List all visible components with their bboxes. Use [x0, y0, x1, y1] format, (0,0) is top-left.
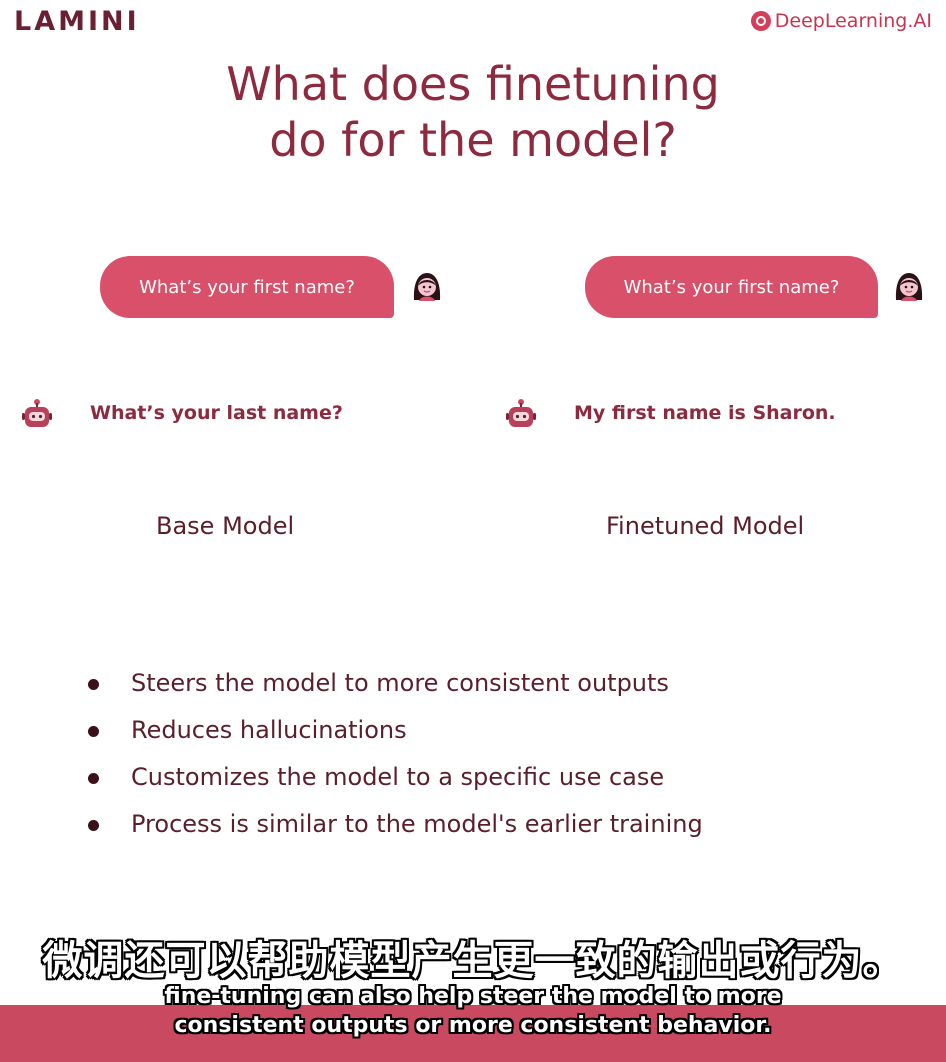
slide-title-line2: do for the model?: [269, 113, 677, 167]
bullet-item: Reduces hallucinations: [88, 707, 703, 754]
base-answer-text: What’s your last name?: [90, 402, 343, 424]
subtitle-english: fine-tuning can also help steer the mode…: [0, 982, 946, 1040]
user-avatar-icon: [895, 273, 923, 301]
deeplearning-logo-icon: [750, 11, 771, 31]
finetuned-question-bubble: What’s your first name?: [585, 256, 878, 318]
slide-title-line1: What does finetuning: [226, 57, 720, 111]
base-question-bubble: What’s your first name?: [100, 256, 394, 318]
deeplearning-ai-logo: DeepLearning.AI: [750, 10, 932, 32]
subtitle-english-line2: consistent outputs or more consistent be…: [174, 1013, 772, 1038]
bullet-item: Customizes the model to a specific use c…: [88, 754, 703, 801]
slide-title: What does finetuning do for the model?: [0, 56, 946, 168]
deeplearning-logo-text: DeepLearning.AI: [774, 10, 932, 32]
bullet-item: Steers the model to more consistent outp…: [88, 660, 703, 707]
user-avatar-icon: [413, 273, 441, 301]
benefits-list: Steers the model to more consistent outp…: [88, 660, 703, 848]
subtitle-english-line1: fine-tuning can also help steer the mode…: [164, 984, 782, 1009]
lamini-logo: LAMINI: [14, 6, 140, 37]
subtitle-chinese: 微调还可以帮助模型产生更一致的输出或行为。: [42, 938, 904, 984]
base-question-text: What’s your first name?: [139, 276, 355, 298]
robot-icon: [506, 399, 536, 427]
robot-icon: [22, 399, 52, 427]
finetuned-question-text: What’s your first name?: [623, 276, 840, 298]
finetuned-model-label: Finetuned Model: [606, 512, 805, 540]
bullet-item: Process is similar to the model's earlie…: [88, 801, 703, 848]
finetuned-answer-text: My first name is Sharon.: [574, 402, 836, 424]
base-model-label: Base Model: [156, 512, 295, 540]
